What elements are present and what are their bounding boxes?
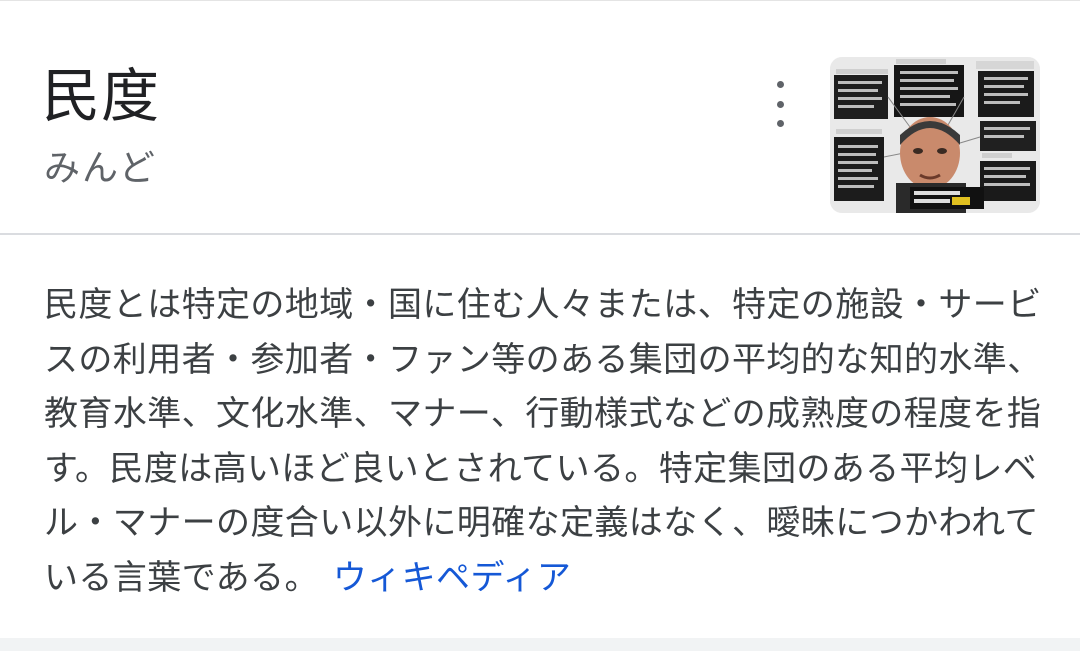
menu-dot (776, 100, 784, 108)
panel-description: 民度とは特定の地域・国に住む人々または、特定の施設・サービスの利用者・参加者・フ… (44, 278, 1044, 605)
menu-dot (776, 120, 784, 127)
wikipedia-source-link[interactable]: ウィキペディア (333, 558, 571, 598)
knowledge-panel-card: 民度 みんど 民度とは特定の地域・国に住む人々または、特定の施設・サービスの利用… (0, 0, 1080, 638)
panel-reading: みんど (44, 148, 157, 189)
panel-thumbnail-image[interactable] (830, 57, 1040, 213)
more-vert-icon[interactable] (760, 81, 800, 127)
knowledge-panel-header: 民度 みんど (0, 1, 1080, 235)
thumbnail-graphic (830, 57, 1040, 213)
description-text: 民度とは特定の地域・国に住む人々または、特定の施設・サービスの利用者・参加者・フ… (44, 285, 1042, 598)
menu-dot (776, 81, 784, 88)
panel-title: 民度 (42, 62, 161, 130)
